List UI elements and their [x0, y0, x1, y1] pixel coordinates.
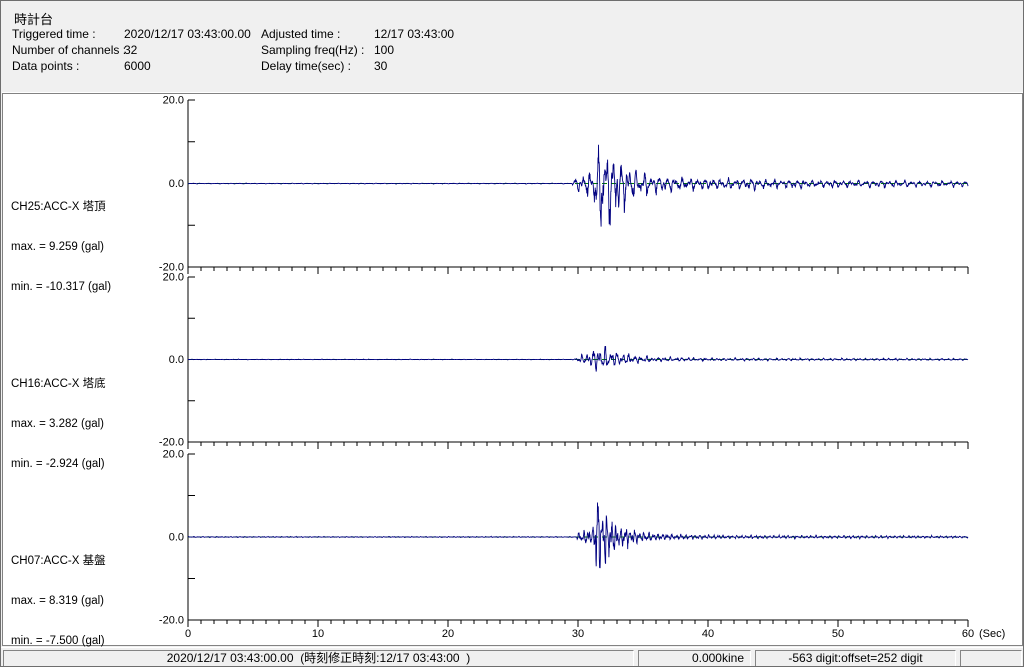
- status-extra-cell: [960, 650, 1022, 666]
- channel-name: CH16:ACC-X 塔底: [11, 377, 106, 390]
- x-axis-label: 60: [962, 628, 974, 640]
- y-axis-label: -20.0: [159, 437, 184, 449]
- chart-axes: [187, 453, 969, 627]
- y-axis-label: 20.0: [163, 272, 184, 284]
- app-window: 時計台 Triggered time : 2020/12/17 03:43:00…: [0, 0, 1024, 667]
- channel-2-label-block: CH16:ACC-X 塔底 max. = 3.282 (gal) min. = …: [11, 351, 106, 498]
- waveform-trace: [187, 345, 969, 372]
- num-channels-value: 32: [124, 43, 138, 57]
- y-axis-label: 0.0: [169, 532, 184, 544]
- waveform-trace: [187, 502, 969, 569]
- triggered-time-label: Triggered time :: [12, 27, 96, 41]
- status-digit-cell: -563 digit:offset=252 digit: [755, 650, 956, 666]
- waveform-trace: [187, 144, 969, 227]
- sampling-freq-value: 100: [374, 43, 395, 57]
- delay-time-value: 30: [374, 59, 388, 73]
- x-axis-label: 30: [572, 628, 584, 640]
- x-axis-label: 0: [185, 628, 191, 640]
- sampling-freq-label: Sampling freq(Hz) :: [261, 43, 365, 57]
- channel-min: min. = -10.317 (gal): [11, 281, 112, 294]
- channel-max: max. = 9.259 (gal): [11, 241, 105, 254]
- header-info-panel: 時計台 Triggered time : 2020/12/17 03:43:00…: [2, 1, 1023, 91]
- waveform-panel: 20.0 0.0 -20.0 20.0 0.0 -20.0 20.0 0.0 -20.0 0 10 2…: [2, 93, 1023, 647]
- status-bar: 2020/12/17 03:43:00.00 (時刻修正時刻:12/17 03:…: [1, 647, 1023, 666]
- chart-axes: [187, 276, 969, 449]
- y-axis-label: 0.0: [169, 178, 184, 190]
- data-points-value: 6000: [124, 59, 151, 73]
- status-time-cell: 2020/12/17 03:43:00.00 (時刻修正時刻:12/17 03:…: [3, 650, 634, 666]
- y-axis-label: 20.0: [163, 449, 184, 461]
- channel-name: CH25:ACC-X 塔頂: [11, 200, 106, 213]
- x-axis-label: 20: [442, 628, 454, 640]
- x-axis-label: 40: [702, 628, 714, 640]
- y-axis-label: 20.0: [163, 95, 184, 107]
- station-title: 時計台: [14, 12, 54, 27]
- triggered-time-value: 2020/12/17 03:43:00.00: [124, 27, 251, 41]
- channel-min: min. = -2.924 (gal): [11, 458, 105, 471]
- y-axis-label: -20.0: [159, 615, 184, 627]
- adjusted-time-label: Adjusted time :: [261, 27, 341, 41]
- waveform-charts[interactable]: 20.00.0-20.020.00.0-20.020.00.0-20.00 10 2…: [3, 94, 1022, 645]
- delay-time-label: Delay time(sec) :: [261, 59, 352, 73]
- adjusted-time-value: 12/17 03:43:00: [374, 27, 455, 41]
- status-kine-cell: 0.000kine: [638, 650, 751, 666]
- data-points-label: Data points :: [12, 59, 80, 73]
- x-axis-label: 50: [832, 628, 844, 640]
- y-axis-label: 0.0: [169, 354, 184, 366]
- axis-unit-label: (Sec): [979, 628, 1005, 640]
- x-axis-label: 10: [312, 628, 324, 640]
- channel-max: max. = 8.319 (gal): [11, 595, 105, 608]
- channel-name: CH07:ACC-X 基盤: [11, 554, 106, 567]
- num-channels-label: Number of channels :: [12, 43, 127, 57]
- channel-1-label-block: CH25:ACC-X 塔頂 max. = 9.259 (gal) min. = …: [11, 174, 111, 321]
- channel-max: max. = 3.282 (gal): [11, 418, 105, 431]
